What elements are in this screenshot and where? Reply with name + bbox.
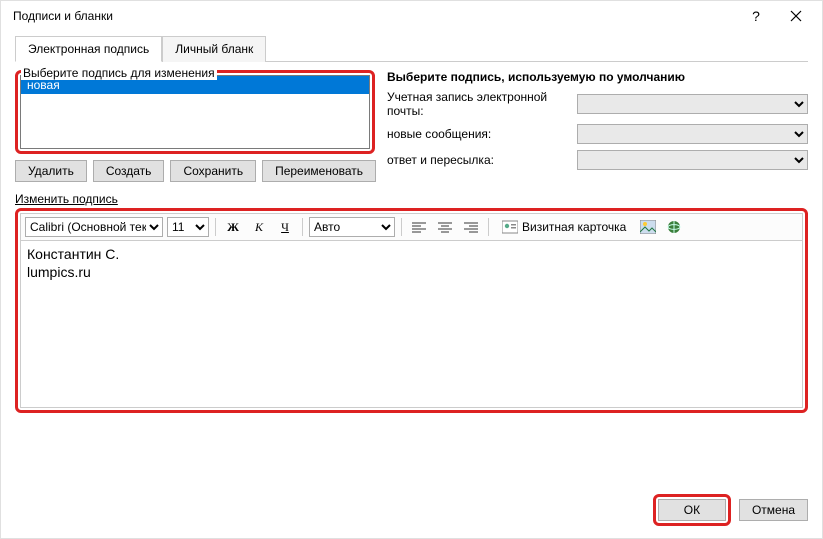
save-button[interactable]: Сохранить: [170, 160, 256, 182]
cancel-button[interactable]: Отмена: [739, 499, 808, 521]
highlight-editor: Calibri (Основной текст) 11 Ж К Ч Авто: [15, 208, 808, 413]
signature-list-header: Выберите подпись для изменения: [21, 66, 217, 80]
signature-editor[interactable]: Константин С. lumpics.ru: [20, 240, 803, 408]
align-right-icon: [464, 221, 478, 233]
account-label: Учетная запись электронной почты:: [387, 90, 577, 118]
underline-button[interactable]: Ч: [274, 217, 296, 237]
toolbar-separator: [215, 218, 216, 236]
help-button[interactable]: ?: [736, 1, 776, 31]
tab-stationery[interactable]: Личный бланк: [162, 36, 266, 62]
default-signature-header: Выберите подпись, используемую по умолча…: [387, 70, 808, 84]
align-center-icon: [438, 221, 452, 233]
business-card-icon: [502, 220, 518, 234]
delete-button[interactable]: Удалить: [15, 160, 87, 182]
business-card-label: Визитная карточка: [522, 220, 626, 234]
font-select[interactable]: Calibri (Основной текст): [25, 217, 163, 237]
align-left-icon: [412, 221, 426, 233]
font-size-select[interactable]: 11: [167, 217, 209, 237]
align-left-button[interactable]: [408, 217, 430, 237]
editor-line: lumpics.ru: [27, 263, 796, 281]
insert-picture-button[interactable]: [637, 217, 659, 237]
business-card-button[interactable]: Визитная карточка: [495, 217, 633, 237]
highlight-signature-list: новая: [15, 70, 375, 154]
new-button[interactable]: Создать: [93, 160, 165, 182]
tab-strip: Электронная подпись Личный бланк: [15, 35, 808, 62]
editor-line: Константин С.: [27, 245, 796, 263]
align-right-button[interactable]: [460, 217, 482, 237]
rename-button[interactable]: Переименовать: [262, 160, 376, 182]
dialog-footer: ОК Отмена: [653, 494, 808, 526]
account-select[interactable]: [577, 94, 808, 114]
dialog-window: Подписи и бланки ? Электронная подпись Л…: [0, 0, 823, 539]
close-icon: [790, 10, 802, 22]
italic-button[interactable]: К: [248, 217, 270, 237]
replies-label: ответ и пересылка:: [387, 153, 577, 167]
edit-signature-header: Изменить подпись: [15, 192, 808, 206]
insert-hyperlink-button[interactable]: [663, 217, 685, 237]
new-messages-select[interactable]: [577, 124, 808, 144]
title-bar: Подписи и бланки ?: [1, 1, 822, 31]
replies-select[interactable]: [577, 150, 808, 170]
ok-button[interactable]: ОК: [658, 499, 726, 521]
picture-icon: [640, 220, 656, 234]
bold-button[interactable]: Ж: [222, 217, 244, 237]
highlight-ok: ОК: [653, 494, 731, 526]
signature-list[interactable]: новая: [20, 75, 370, 149]
new-messages-label: новые сообщения:: [387, 127, 577, 141]
tab-email-signature[interactable]: Электронная подпись: [15, 36, 162, 62]
hyperlink-icon: [666, 219, 682, 235]
toolbar-separator: [401, 218, 402, 236]
toolbar-separator: [302, 218, 303, 236]
close-button[interactable]: [776, 1, 816, 31]
toolbar-separator: [488, 218, 489, 236]
font-color-select[interactable]: Авто: [309, 217, 395, 237]
editor-toolbar: Calibri (Основной текст) 11 Ж К Ч Авто: [20, 213, 803, 240]
window-title: Подписи и бланки: [13, 9, 736, 23]
align-center-button[interactable]: [434, 217, 456, 237]
